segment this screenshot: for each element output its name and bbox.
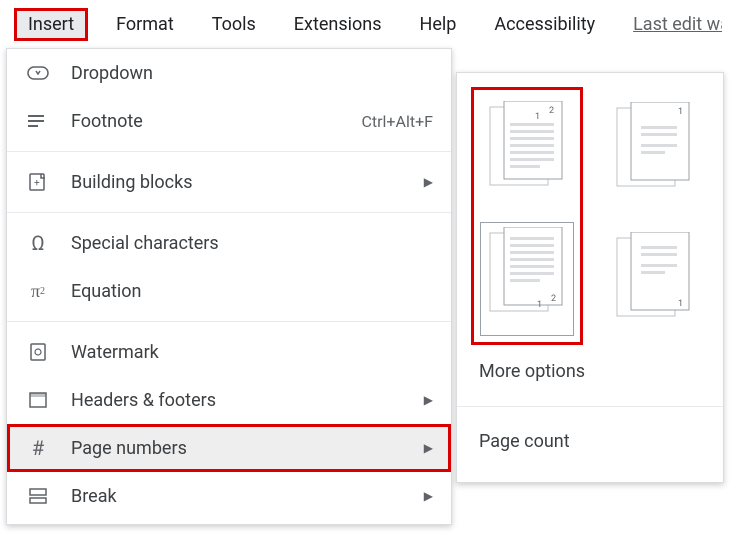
svg-text:1: 1 [535, 112, 540, 122]
svg-text:1: 1 [678, 107, 683, 117]
menu-item-headers-footers[interactable]: Headers & footers ▶ [7, 376, 451, 424]
menu-divider [7, 151, 451, 152]
building-blocks-icon: + [25, 172, 51, 192]
omega-icon: Ω [25, 231, 51, 255]
menu-label: Equation [71, 281, 433, 302]
menubar-tools[interactable]: Tools [202, 8, 266, 41]
page-number-option-header-single[interactable]: 1 [607, 97, 701, 211]
menu-shortcut: Ctrl+Alt+F [361, 112, 433, 131]
page-number-option-header-stacked[interactable]: 2 1 [480, 96, 574, 210]
break-icon [25, 487, 51, 505]
insert-menu: Dropdown Footnote Ctrl+Alt+F + Building … [6, 48, 452, 525]
menubar: Insert Format Tools Extensions Help Acce… [0, 0, 736, 49]
menu-label: Special characters [71, 233, 433, 254]
svg-text:2: 2 [551, 294, 556, 304]
menubar-extensions[interactable]: Extensions [284, 8, 392, 41]
svg-text:1: 1 [678, 299, 683, 309]
menu-label: Watermark [71, 342, 433, 363]
menu-item-dropdown[interactable]: Dropdown [7, 49, 451, 97]
menu-label: Footnote [71, 111, 361, 132]
menu-item-equation[interactable]: π2 Equation [7, 267, 451, 315]
menu-item-footnote[interactable]: Footnote Ctrl+Alt+F [7, 97, 451, 145]
menu-label: Page numbers [71, 438, 412, 459]
submenu-page-count[interactable]: Page count [471, 415, 709, 468]
menu-item-break[interactable]: Break ▶ [7, 472, 451, 520]
svg-text:+: + [34, 178, 40, 189]
submenu-more-options[interactable]: More options [471, 345, 709, 398]
page-number-option-footer-single[interactable]: 1 [607, 227, 701, 341]
page-number-option-footer-stacked[interactable]: 2 1 [480, 222, 574, 336]
menu-item-special-characters[interactable]: Ω Special characters [7, 219, 451, 267]
menu-divider [7, 321, 451, 322]
menubar-insert[interactable]: Insert [14, 8, 88, 41]
menu-item-watermark[interactable]: Watermark [7, 328, 451, 376]
menu-label: Dropdown [71, 63, 433, 84]
chevron-right-icon: ▶ [424, 489, 433, 503]
hash-icon: # [25, 436, 51, 460]
last-edit-link[interactable]: Last edit was 3 [623, 8, 722, 41]
menu-label: Headers & footers [71, 390, 412, 411]
chevron-right-icon: ▶ [424, 393, 433, 407]
pi-icon: π2 [25, 281, 51, 302]
menubar-accessibility[interactable]: Accessibility [484, 8, 605, 41]
watermark-icon [25, 342, 51, 362]
menubar-help[interactable]: Help [410, 8, 467, 41]
submenu-divider [457, 406, 723, 407]
menubar-format[interactable]: Format [106, 8, 184, 41]
svg-text:1: 1 [537, 300, 542, 310]
headers-footers-icon [25, 391, 51, 409]
svg-text:2: 2 [549, 106, 554, 116]
footnote-icon [25, 113, 51, 129]
chevron-right-icon: ▶ [424, 441, 433, 455]
menu-label: Break [71, 486, 412, 507]
menu-item-page-numbers[interactable]: # Page numbers ▶ [7, 424, 451, 472]
menu-divider [7, 212, 451, 213]
menu-label: Building blocks [71, 172, 412, 193]
dropdown-capsule-icon [25, 66, 51, 80]
menu-item-building-blocks[interactable]: + Building blocks ▶ [7, 158, 451, 206]
chevron-right-icon: ▶ [424, 175, 433, 189]
page-numbers-submenu: 2 1 [456, 72, 724, 483]
